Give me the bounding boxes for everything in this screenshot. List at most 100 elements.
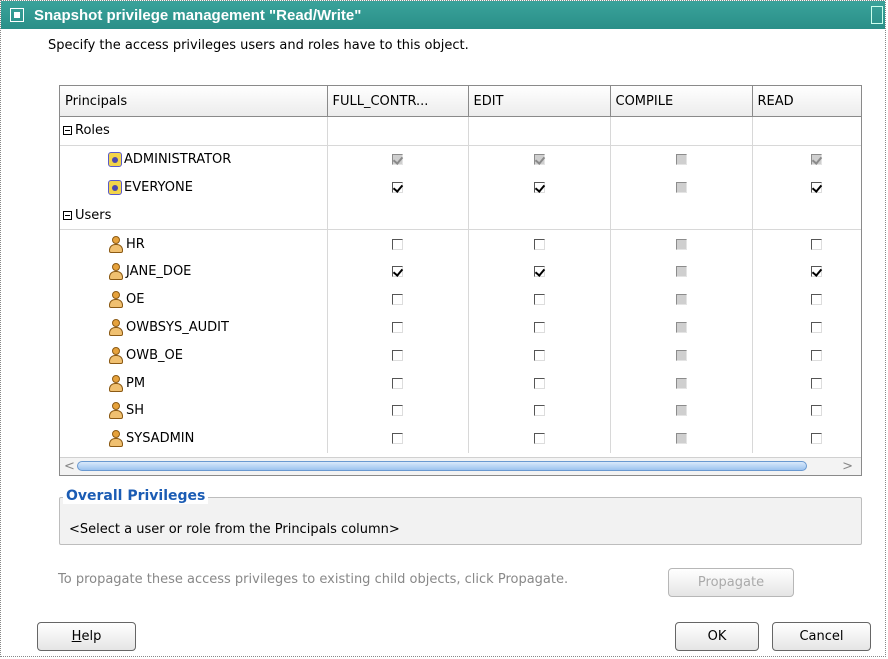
- table-row[interactable]: OWB_OE: [60, 341, 861, 370]
- scrollbar-thumb[interactable]: [77, 461, 807, 471]
- principal-name[interactable]: HR: [126, 237, 145, 252]
- user-icon: [108, 235, 124, 253]
- edit-checkbox: [533, 154, 545, 166]
- full-control-checkbox[interactable]: [392, 433, 403, 445]
- propagate-button[interactable]: Propagate: [668, 568, 794, 597]
- user-icon: [108, 374, 124, 392]
- help-button[interactable]: Help: [37, 622, 136, 651]
- user-icon: [108, 318, 124, 336]
- compile-checkbox: [675, 433, 687, 445]
- column-header-principals[interactable]: Principals: [60, 86, 328, 117]
- table-row[interactable]: OE: [60, 285, 861, 314]
- dialog-title: Snapshot privilege management "Read/Writ…: [34, 6, 362, 24]
- table-row[interactable]: SH: [60, 396, 861, 425]
- table-row[interactable]: OWBSYS_AUDIT: [60, 313, 861, 342]
- compile-checkbox: [675, 294, 687, 306]
- edit-checkbox[interactable]: [533, 294, 545, 306]
- read-checkbox[interactable]: [810, 181, 822, 193]
- privileges-table: Principals FULL_CONTR... EDIT COMPILE RE…: [59, 85, 862, 476]
- read-checkbox[interactable]: [810, 321, 822, 333]
- group-row-users: Users: [60, 201, 861, 231]
- group-row-roles: Roles: [60, 116, 861, 146]
- full-control-checkbox[interactable]: [392, 238, 403, 250]
- read-checkbox: [810, 154, 822, 166]
- window-menu-icon[interactable]: [10, 8, 24, 22]
- ok-button[interactable]: OK: [675, 622, 759, 651]
- role-icon: [108, 152, 122, 168]
- help-mnemonic: H: [71, 629, 82, 644]
- table-row[interactable]: HR: [60, 229, 861, 258]
- full-control-checkbox[interactable]: [392, 405, 403, 417]
- full-control-checkbox[interactable]: [392, 321, 403, 333]
- read-checkbox[interactable]: [810, 349, 822, 361]
- full-control-checkbox[interactable]: [392, 294, 403, 306]
- table-row[interactable]: JANE_DOE: [60, 257, 861, 286]
- edit-checkbox[interactable]: [533, 238, 545, 250]
- window-control-icon[interactable]: [871, 6, 883, 24]
- group-label: Users: [75, 207, 112, 223]
- cancel-button[interactable]: Cancel: [772, 622, 871, 651]
- edit-checkbox[interactable]: [533, 433, 545, 445]
- scroll-right-icon[interactable]: >: [842, 459, 853, 474]
- edit-checkbox[interactable]: [533, 266, 545, 278]
- edit-checkbox[interactable]: [533, 321, 545, 333]
- full-control-checkbox: [392, 154, 403, 166]
- table-row[interactable]: EVERYONE: [60, 173, 861, 202]
- help-label: elp: [81, 629, 102, 644]
- scroll-left-icon[interactable]: <: [64, 459, 75, 474]
- edit-checkbox[interactable]: [533, 349, 545, 361]
- read-checkbox[interactable]: [810, 433, 822, 445]
- user-icon: [108, 263, 124, 281]
- full-control-checkbox[interactable]: [392, 377, 403, 389]
- column-header-read[interactable]: READ: [752, 86, 861, 117]
- role-icon: [108, 179, 122, 195]
- overall-privileges-message: <Select a user or role from the Principa…: [69, 522, 400, 537]
- collapse-icon[interactable]: [63, 210, 72, 220]
- table-row[interactable]: ADMINISTRATOR: [60, 145, 861, 174]
- table-row[interactable]: PM: [60, 369, 861, 397]
- principal-name[interactable]: EVERYONE: [124, 180, 193, 195]
- principal-name[interactable]: OWB_OE: [126, 348, 183, 363]
- table-row[interactable]: SYSADMIN: [60, 424, 861, 453]
- edit-checkbox[interactable]: [533, 377, 545, 389]
- compile-checkbox: [675, 181, 687, 193]
- principal-name[interactable]: OWBSYS_AUDIT: [126, 320, 229, 335]
- full-control-checkbox[interactable]: [392, 266, 403, 278]
- column-header-compile[interactable]: COMPILE: [610, 86, 753, 117]
- read-checkbox[interactable]: [810, 238, 822, 250]
- compile-checkbox: [675, 377, 687, 389]
- compile-checkbox: [675, 321, 687, 333]
- read-checkbox[interactable]: [810, 377, 822, 389]
- user-icon: [108, 402, 124, 420]
- column-header-edit[interactable]: EDIT: [468, 86, 611, 117]
- edit-checkbox[interactable]: [533, 405, 545, 417]
- principal-name[interactable]: PM: [126, 376, 145, 391]
- user-icon: [108, 346, 124, 364]
- compile-checkbox: [675, 349, 687, 361]
- collapse-icon[interactable]: [63, 126, 72, 136]
- compile-checkbox: [675, 154, 687, 166]
- compile-checkbox: [675, 405, 687, 417]
- read-checkbox[interactable]: [810, 266, 822, 278]
- propagate-instructions: To propagate these access privileges to …: [58, 572, 569, 587]
- instructions-text: Specify the access privileges users and …: [48, 38, 469, 53]
- principal-name[interactable]: SH: [126, 403, 144, 418]
- table-header-row: Principals FULL_CONTR... EDIT COMPILE RE…: [60, 86, 861, 117]
- overall-privileges-title: Overall Privileges: [63, 488, 209, 504]
- principal-name[interactable]: JANE_DOE: [126, 264, 191, 279]
- user-icon: [108, 291, 124, 309]
- full-control-checkbox[interactable]: [392, 181, 403, 193]
- read-checkbox[interactable]: [810, 405, 822, 417]
- group-label: Roles: [75, 123, 110, 139]
- compile-checkbox: [675, 266, 687, 278]
- overall-privileges-panel: Overall Privileges <Select a user or rol…: [59, 488, 862, 545]
- principal-name[interactable]: ADMINISTRATOR: [124, 152, 231, 167]
- full-control-checkbox[interactable]: [392, 349, 403, 361]
- edit-checkbox[interactable]: [533, 181, 545, 193]
- read-checkbox[interactable]: [810, 294, 822, 306]
- horizontal-scrollbar[interactable]: < >: [60, 457, 861, 475]
- principal-name[interactable]: OE: [126, 292, 144, 307]
- title-bar: Snapshot privilege management "Read/Writ…: [1, 1, 885, 29]
- principal-name[interactable]: SYSADMIN: [126, 431, 194, 446]
- column-header-full-control[interactable]: FULL_CONTR...: [327, 86, 469, 117]
